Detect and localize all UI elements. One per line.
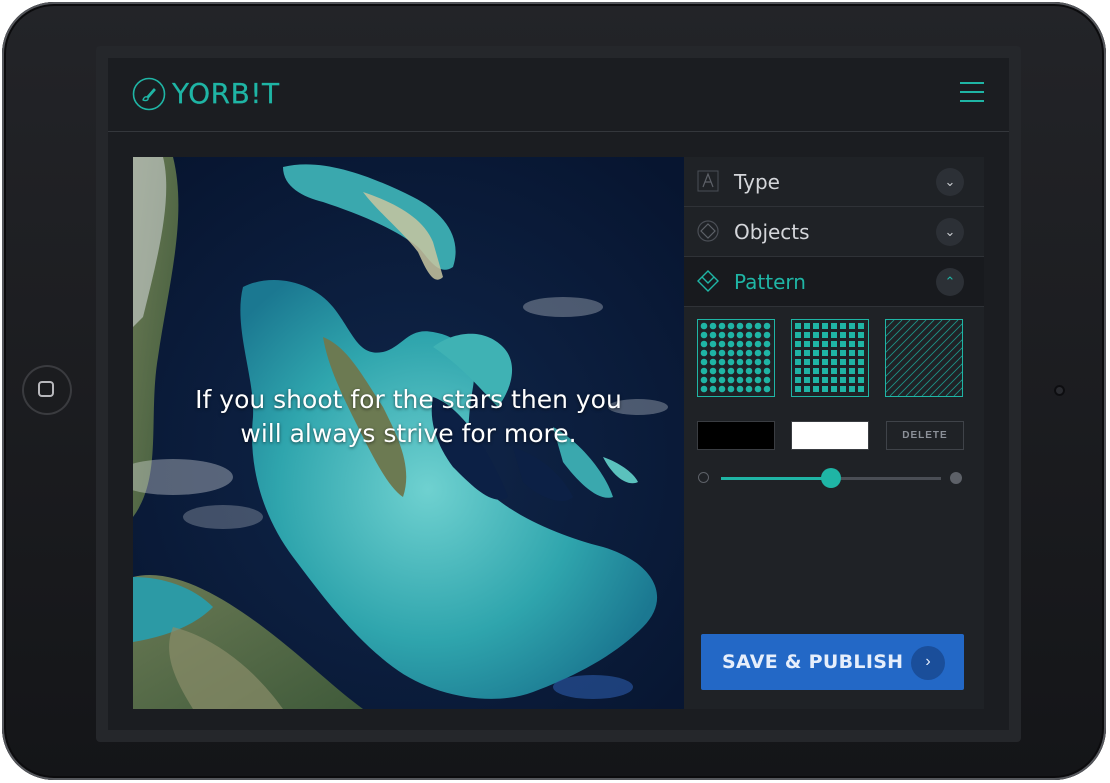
type-section-header[interactable]: Type ⌄ bbox=[684, 157, 984, 207]
front-camera bbox=[1054, 385, 1065, 396]
tablet-frame: YORB!T If you shoot for the stars then y… bbox=[2, 2, 1106, 780]
canvas-quote-text[interactable]: If you shoot for the stars then you will… bbox=[133, 383, 684, 451]
quote-line-1: If you shoot for the stars then you bbox=[195, 385, 622, 414]
dots-pattern-icon bbox=[700, 322, 771, 393]
objects-section-header[interactable]: Objects ⌄ bbox=[684, 207, 984, 257]
objects-diamond-icon bbox=[697, 220, 719, 242]
paintbrush-icon[interactable] bbox=[132, 77, 166, 111]
screen: YORB!T If you shoot for the stars then y… bbox=[96, 46, 1021, 742]
dots-pattern-option[interactable] bbox=[697, 319, 775, 397]
pattern-slider[interactable] bbox=[697, 467, 967, 489]
slider-thumb[interactable] bbox=[821, 468, 841, 488]
quote-line-2: will always strive for more. bbox=[240, 419, 577, 448]
delete-button[interactable]: DELETE bbox=[886, 421, 964, 450]
primary-color-swatch[interactable] bbox=[697, 421, 775, 450]
app-window: YORB!T If you shoot for the stars then y… bbox=[108, 58, 1021, 730]
chevron-down-icon[interactable]: ⌄ bbox=[936, 218, 964, 246]
design-canvas[interactable]: If you shoot for the stars then you will… bbox=[133, 157, 684, 709]
pattern-layers-icon bbox=[697, 270, 719, 292]
slider-fill bbox=[721, 477, 831, 480]
secondary-color-swatch[interactable] bbox=[791, 421, 869, 450]
save-publish-label: SAVE & PUBLISH bbox=[722, 651, 904, 673]
objects-section-label: Objects bbox=[734, 220, 810, 244]
home-square-icon bbox=[38, 381, 54, 397]
hamburger-menu-icon[interactable] bbox=[960, 82, 984, 104]
chevron-up-icon[interactable]: ⌃ bbox=[936, 268, 964, 296]
slider-max-icon bbox=[950, 472, 962, 484]
tools-panel: Type ⌄ Objects ⌄ Pattern ⌃ DELETE SAVE &… bbox=[684, 157, 1021, 709]
app-header: YORB!T bbox=[108, 58, 1009, 132]
squares-pattern-option[interactable] bbox=[791, 319, 869, 397]
save-publish-button[interactable]: SAVE & PUBLISH › bbox=[701, 634, 964, 690]
chevron-down-icon[interactable]: ⌄ bbox=[936, 168, 964, 196]
diagonal-lines-pattern-icon bbox=[809, 319, 1021, 397]
chevron-right-icon: › bbox=[911, 646, 945, 680]
type-section-label: Type bbox=[734, 170, 780, 194]
diagonal-lines-pattern-option[interactable] bbox=[809, 319, 1021, 397]
app-logo[interactable]: YORB!T bbox=[172, 76, 280, 112]
pattern-section-header[interactable]: Pattern ⌃ bbox=[684, 257, 984, 307]
home-button[interactable] bbox=[22, 365, 72, 415]
slider-min-icon bbox=[698, 472, 709, 483]
squares-pattern-icon bbox=[795, 323, 864, 392]
text-type-icon bbox=[697, 170, 719, 192]
pattern-section-label: Pattern bbox=[734, 270, 806, 294]
